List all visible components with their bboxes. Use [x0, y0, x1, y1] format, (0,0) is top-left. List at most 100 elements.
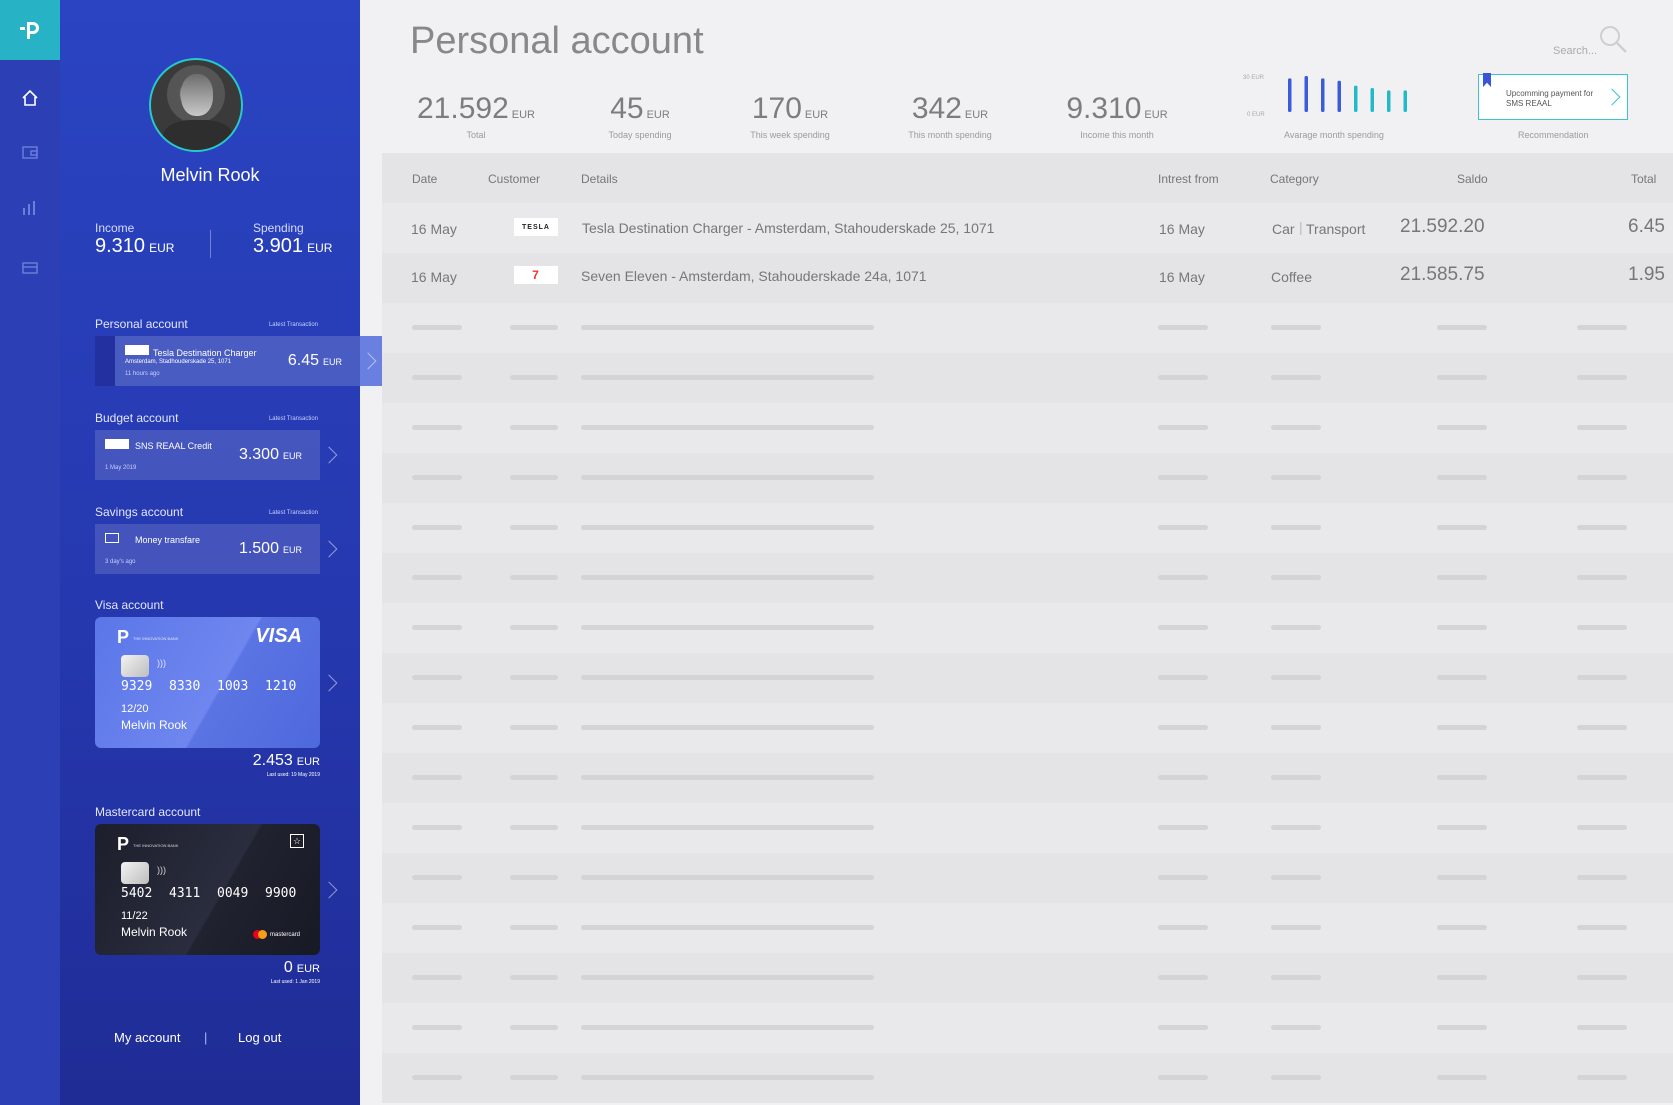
recommendation-label: Recommendation [1518, 130, 1589, 140]
budget-account-card[interactable]: SNS REAAL Credit 1 May 2019 3.300 EUR [95, 430, 320, 480]
footer-separator: | [204, 1030, 208, 1045]
home-icon[interactable] [18, 86, 42, 110]
search-input[interactable]: Search... [1553, 45, 1597, 57]
placeholder-bar [412, 875, 462, 880]
placeholder-bar [1577, 1025, 1627, 1030]
placeholder-bar [1271, 1075, 1321, 1080]
placeholder-bar [510, 875, 558, 880]
chart-icon[interactable] [18, 196, 42, 220]
merchant-address: Amsterdam, Stadhouderskade 25, 1071 [125, 359, 232, 365]
placeholder-bar [1437, 525, 1487, 530]
row-interest: 16 May [1159, 269, 1205, 285]
visa-amount: 2.453 EUR [252, 752, 320, 769]
placeholder-bar [1437, 625, 1487, 630]
card-expiry: 11/22 [121, 910, 148, 922]
card-number-2: 8330 [169, 679, 201, 694]
placeholder-bar [1577, 775, 1627, 780]
row-saldo: 21.585.75 [1400, 264, 1485, 285]
bank-logo: P [117, 834, 130, 854]
chevron-right-icon[interactable] [320, 540, 338, 558]
logout-link[interactable]: Log out [238, 1030, 281, 1045]
recommendation-box[interactable]: Upcomming payment for SMS REAAL [1478, 73, 1628, 120]
income-label: Income [95, 221, 135, 235]
placeholder-bar [1577, 325, 1627, 330]
chip-icon [121, 862, 149, 884]
placeholder-bar [510, 425, 558, 430]
placeholder-bar [510, 625, 558, 630]
col-details[interactable]: Details [581, 172, 618, 186]
account-amount: 6.45 EUR [287, 352, 342, 369]
merchant-name: Money transfare [135, 535, 201, 545]
savings-account-card[interactable]: Money transfare 3 day's ago 1.500 EUR [95, 524, 320, 574]
placeholder-bar [1271, 775, 1321, 780]
placeholder-row [382, 1053, 1673, 1103]
placeholder-row [382, 903, 1673, 953]
col-category[interactable]: Category [1270, 172, 1319, 186]
placeholder-bar [1437, 975, 1487, 980]
wallet-icon[interactable] [18, 140, 42, 164]
sns-logo [105, 439, 129, 449]
avatar[interactable] [149, 58, 243, 152]
row-interest: 16 May [1159, 221, 1205, 237]
placeholder-bar [1158, 1075, 1208, 1080]
mastercard-card[interactable]: P THE INNOVATION BANK ☆ ))) 5402 4311 00… [95, 824, 320, 955]
row-saldo: 21.592.20 [1400, 216, 1485, 237]
chevron-right-icon[interactable] [320, 881, 338, 899]
search-icon[interactable] [1598, 24, 1628, 59]
mastercard-amount: 0 EUR [283, 959, 320, 976]
placeholder-bar [581, 575, 874, 580]
col-total[interactable]: Total [1631, 172, 1656, 186]
chip-icon [121, 655, 149, 677]
placeholder-bar [412, 375, 462, 380]
row-total: 1.95 [1628, 264, 1665, 285]
bank-name: THE INNOVATION BANK [133, 636, 179, 641]
my-account-link[interactable]: My account [114, 1030, 180, 1045]
placeholder-bar [510, 725, 558, 730]
placeholder-bar [581, 725, 874, 730]
row-category-2: Transport [1306, 221, 1366, 237]
placeholder-bar [581, 1075, 874, 1080]
card-holder: Melvin Rook [121, 925, 188, 939]
col-saldo[interactable]: Saldo [1457, 172, 1488, 186]
placeholder-bar [510, 825, 558, 830]
placeholder-bar [1577, 425, 1627, 430]
placeholder-bar [412, 775, 462, 780]
card-icon[interactable] [18, 256, 42, 280]
placeholder-bar [1271, 625, 1321, 630]
placeholder-bar [1437, 1025, 1487, 1030]
placeholder-bar [1158, 775, 1208, 780]
placeholder-bar [412, 325, 462, 330]
transaction-time: 1 May 2019 [105, 465, 137, 471]
placeholder-bar [412, 825, 462, 830]
placeholder-bar [581, 975, 874, 980]
placeholder-row [382, 303, 1673, 353]
chevron-right-icon[interactable] [320, 446, 338, 464]
table-row[interactable]: 16 May TESLA Tesla Destination Charger -… [382, 203, 1673, 253]
chart-bar [1288, 78, 1292, 112]
placeholder-bar [1158, 325, 1208, 330]
latest-transaction-label: Latest Transaction [268, 322, 318, 328]
app-logo[interactable] [0, 0, 60, 60]
open-account-button[interactable] [359, 336, 382, 386]
placeholder-bar [1437, 675, 1487, 680]
recommendation-text: Upcomming payment for SMS REAAL [1506, 89, 1594, 108]
personal-account-card[interactable]: Tesla Destination Charger Amsterdam, Sta… [115, 336, 360, 386]
visa-card[interactable]: P THE INNOVATION BANK VISA ))) 9329 8330… [95, 617, 320, 748]
savings-account-title: Savings account [95, 505, 184, 519]
bookmark-icon [1483, 73, 1491, 87]
col-interest[interactable]: Intrest from [1158, 172, 1219, 186]
card-number-3: 0049 [217, 886, 249, 901]
card-number-3: 1003 [217, 679, 249, 694]
placeholder-row [382, 603, 1673, 653]
placeholder-bar [581, 625, 874, 630]
placeholder-bar [412, 475, 462, 480]
merchant-name: SNS REAAL Credit [135, 441, 212, 451]
col-date[interactable]: Date [412, 172, 437, 186]
placeholder-bar [412, 575, 462, 580]
table-row[interactable]: 16 May 7 Seven Eleven - Amsterdam, Staho… [382, 253, 1673, 303]
col-customer[interactable]: Customer [488, 172, 540, 186]
placeholder-bar [412, 1025, 462, 1030]
chevron-right-icon[interactable] [320, 674, 338, 692]
contactless-icon: ))) [157, 658, 166, 668]
chart-bar [1354, 85, 1358, 112]
